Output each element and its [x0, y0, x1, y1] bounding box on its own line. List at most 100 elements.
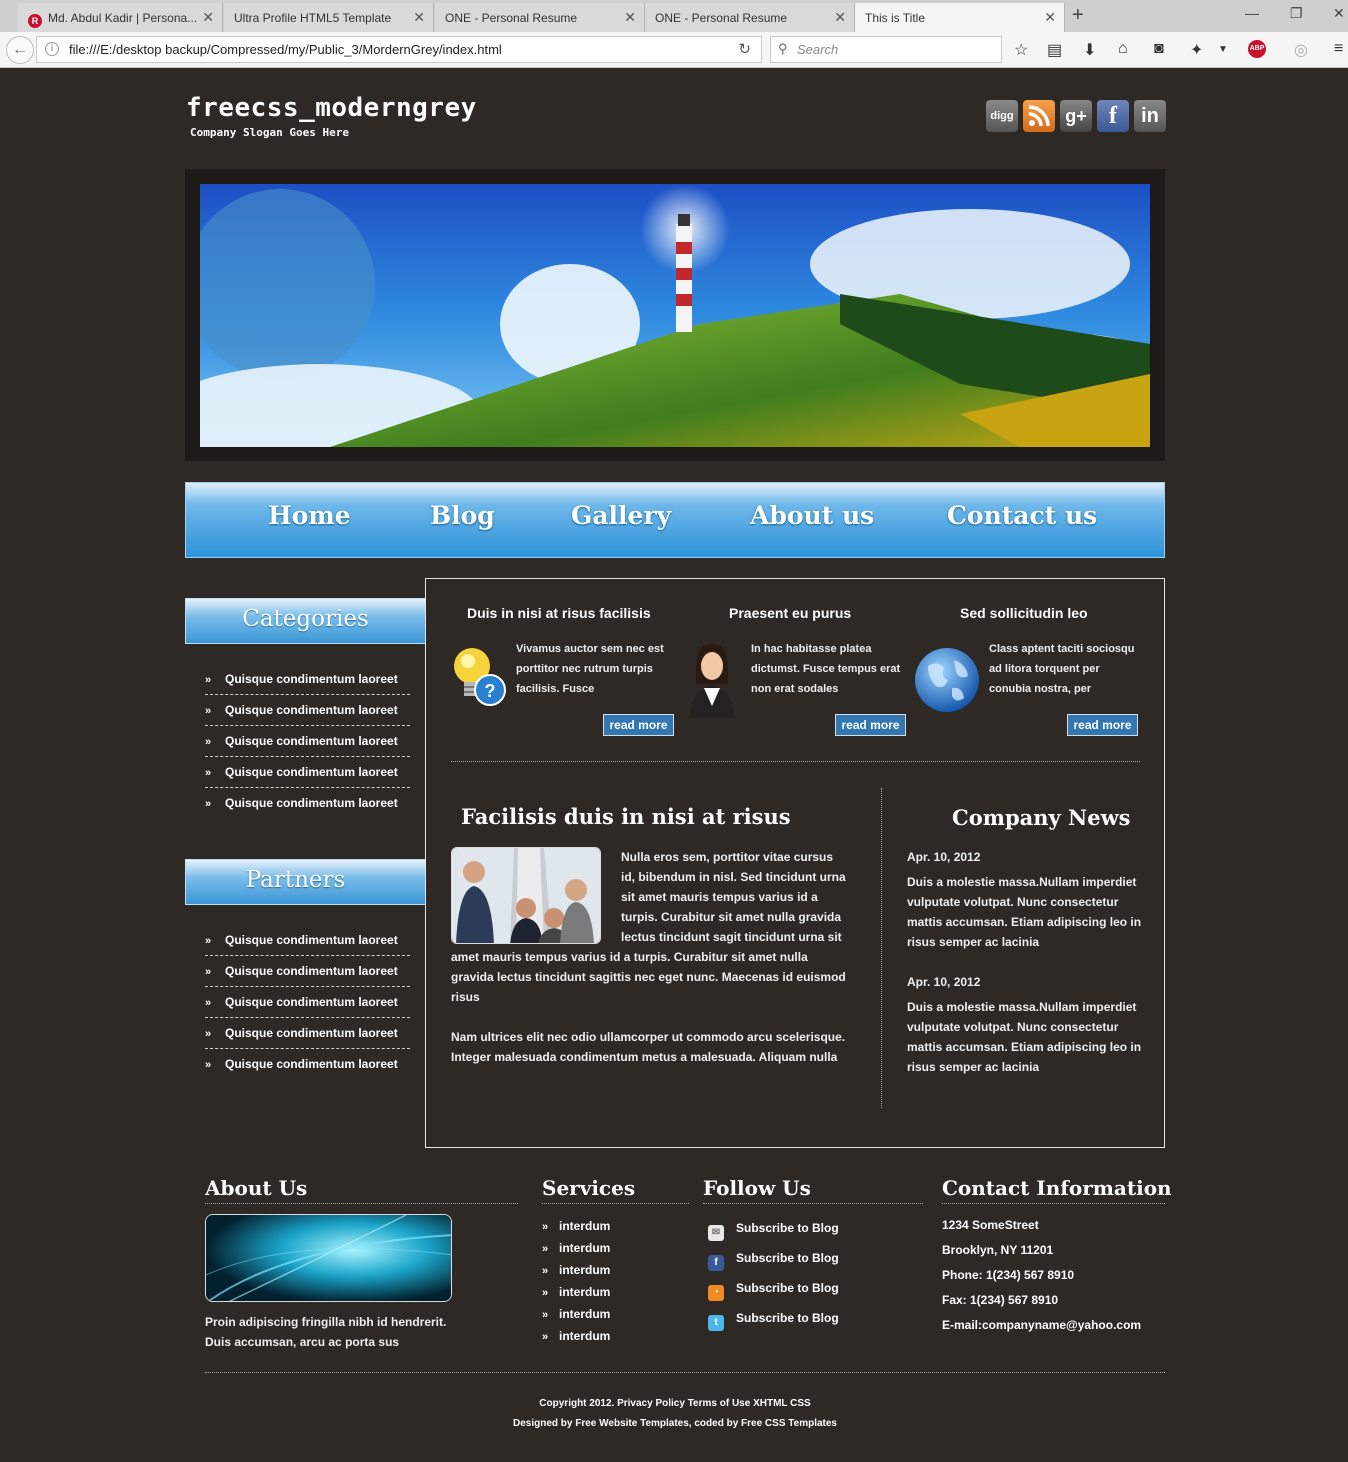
partner-link[interactable]: Quisque condimentum laoreet [225, 933, 398, 947]
read-more-button[interactable]: read more [1067, 714, 1138, 736]
back-arrow-icon[interactable]: ← [6, 36, 34, 64]
sync-icon[interactable]: ◎ [1294, 40, 1308, 60]
follow-link[interactable]: Subscribe to Blog [736, 1251, 839, 1265]
contact-city: Brooklyn, NY 11201 [942, 1243, 1054, 1257]
partner-item[interactable]: » Quisque condimentum laoreet [205, 987, 410, 1018]
browser-tab[interactable]: R Md. Abdul Kadir | Persona... ✕ [18, 3, 223, 32]
double-chevron-icon: » [205, 767, 212, 779]
close-tab-icon[interactable]: ✕ [834, 9, 846, 26]
site-favicon-icon: R [28, 14, 42, 28]
follow-link[interactable]: Subscribe to Blog [736, 1311, 839, 1325]
search-input[interactable]: ⚲ Search [770, 36, 1002, 63]
contact-email[interactable]: E-mail:companyname@yahoo.com [942, 1318, 1141, 1343]
partner-item[interactable]: » Quisque condimentum laoreet [205, 956, 410, 987]
follow-item[interactable]: ◔ Subscribe to Blog [708, 1281, 839, 1311]
category-item[interactable]: » Quisque condimentum laoreet [205, 757, 410, 788]
tab-label: ONE - Personal Resume [655, 11, 788, 25]
digg-icon[interactable]: digg [986, 100, 1018, 132]
partner-link[interactable]: Quisque condimentum laoreet [225, 1057, 398, 1071]
rss-icon[interactable] [1023, 100, 1055, 132]
address-bar[interactable]: i file:///E:/desktop backup/Compressed/m… [36, 36, 762, 63]
double-chevron-icon: » [205, 736, 212, 748]
close-tab-icon[interactable]: ✕ [624, 9, 636, 26]
restore-icon[interactable]: ❐ [1290, 5, 1303, 22]
browser-tab[interactable]: Ultra Profile HTML5 Template ✕ [224, 3, 434, 32]
follow-link[interactable]: Subscribe to Blog [736, 1281, 839, 1295]
close-tab-icon[interactable]: ✕ [1044, 9, 1056, 26]
category-item[interactable]: » Quisque condimentum laoreet [205, 788, 410, 819]
service-link[interactable]: interdum [559, 1307, 610, 1321]
service-item[interactable]: » interdum [542, 1285, 610, 1307]
linkedin-icon[interactable]: in [1134, 100, 1166, 132]
follow-link[interactable]: Subscribe to Blog [736, 1221, 839, 1235]
menu-hamburger-icon[interactable]: ≡ [1334, 40, 1343, 58]
close-window-icon[interactable]: ✕ [1333, 5, 1345, 22]
browser-tab-active[interactable]: This is Title ✕ [855, 3, 1065, 32]
partner-link[interactable]: Quisque condimentum laoreet [225, 1026, 398, 1040]
partner-item[interactable]: » Quisque condimentum laoreet [205, 1049, 410, 1080]
partner-item[interactable]: » Quisque condimentum laoreet [205, 925, 410, 956]
service-link[interactable]: interdum [559, 1285, 610, 1299]
menu-home[interactable]: Home [268, 501, 351, 530]
partner-link[interactable]: Quisque condimentum laoreet [225, 964, 398, 978]
category-link[interactable]: Quisque condimentum laoreet [225, 796, 398, 810]
category-link[interactable]: Quisque condimentum laoreet [225, 765, 398, 779]
read-more-button[interactable]: read more [835, 714, 906, 736]
service-link[interactable]: interdum [559, 1241, 610, 1255]
image-float-spacer [451, 847, 621, 947]
divider [451, 761, 1140, 762]
read-more-button[interactable]: read more [603, 714, 674, 736]
minimize-icon[interactable]: — [1245, 5, 1259, 21]
categories-list: » Quisque condimentum laoreet » Quisque co… [205, 664, 410, 819]
facebook-icon[interactable]: f [1097, 100, 1129, 132]
service-item[interactable]: » interdum [542, 1263, 610, 1285]
service-item[interactable]: » interdum [542, 1241, 610, 1263]
service-item[interactable]: » interdum [542, 1307, 610, 1329]
service-item[interactable]: » interdum [542, 1329, 610, 1351]
close-tab-icon[interactable]: ✕ [413, 9, 425, 26]
category-item[interactable]: » Quisque condimentum laoreet [205, 726, 410, 757]
close-tab-icon[interactable]: ✕ [202, 9, 214, 26]
partners-list: » Quisque condimentum laoreet » Quisque co… [205, 925, 410, 1080]
follow-item[interactable]: t Subscribe to Blog [708, 1311, 839, 1341]
globe-icon [914, 646, 982, 716]
double-chevron-icon: » [205, 1059, 212, 1071]
service-item[interactable]: » interdum [542, 1219, 610, 1241]
extension-icon[interactable]: ✦ [1190, 40, 1203, 60]
info-icon[interactable]: i [45, 42, 59, 56]
divider [542, 1203, 689, 1204]
category-link[interactable]: Quisque condimentum laoreet [225, 672, 398, 686]
tab-label: This is Title [865, 11, 926, 25]
bookmark-star-icon[interactable]: ☆ [1014, 40, 1028, 60]
browser-tab[interactable]: ONE - Personal Resume ✕ [645, 3, 855, 32]
service-link[interactable]: interdum [559, 1329, 610, 1343]
pocket-icon[interactable]: ◙ [1154, 40, 1164, 58]
home-icon[interactable]: ⌂ [1118, 40, 1128, 58]
category-item[interactable]: » Quisque condimentum laoreet [205, 695, 410, 726]
partner-link[interactable]: Quisque condimentum laoreet [225, 995, 398, 1009]
category-link[interactable]: Quisque condimentum laoreet [225, 703, 398, 717]
follow-item[interactable]: ✉ Subscribe to Blog [708, 1221, 839, 1251]
menu-blog[interactable]: Blog [430, 501, 495, 530]
reading-list-icon[interactable]: ▤ [1047, 40, 1062, 60]
partner-item[interactable]: » Quisque condimentum laoreet [205, 1018, 410, 1049]
menu-contact-us[interactable]: Contact us [947, 501, 1097, 530]
menu-gallery[interactable]: Gallery [571, 501, 671, 530]
service-link[interactable]: interdum [559, 1219, 610, 1233]
url-text: file:///E:/desktop backup/Compressed/my/… [69, 42, 502, 57]
adblock-icon[interactable]: ABP [1248, 40, 1266, 58]
menu-about-us[interactable]: About us [750, 501, 874, 530]
browser-tab[interactable]: ONE - Personal Resume ✕ [435, 3, 645, 32]
reload-icon[interactable]: ↻ [738, 40, 751, 58]
category-item[interactable]: » Quisque condimentum laoreet [205, 664, 410, 695]
dropdown-arrow-icon[interactable]: ▼ [1218, 44, 1228, 55]
follow-item[interactable]: f Subscribe to Blog [708, 1251, 839, 1281]
footer-about-image [205, 1214, 452, 1302]
category-link[interactable]: Quisque condimentum laoreet [225, 734, 398, 748]
service-link[interactable]: interdum [559, 1263, 610, 1277]
new-tab-icon[interactable]: + [1072, 4, 1084, 27]
google-plus-icon[interactable]: g+ [1060, 100, 1092, 132]
download-icon[interactable]: ⬇ [1083, 40, 1096, 60]
site-logo[interactable]: freecss_moderngrey [186, 93, 477, 123]
double-chevron-icon: » [542, 1309, 549, 1321]
